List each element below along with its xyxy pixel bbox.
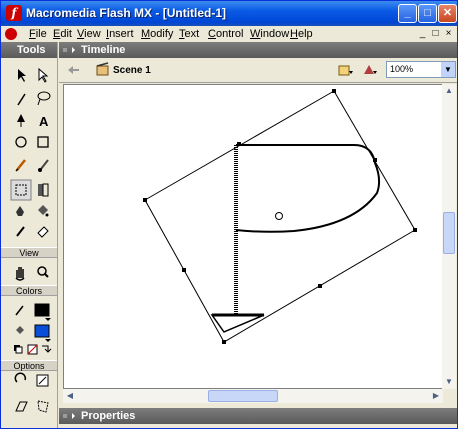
menu-bar: File Edit View Insert Modify Text Contro…	[1, 26, 457, 42]
timeline-collapse-icon[interactable]	[59, 42, 79, 58]
flash-app-icon[interactable]: f	[6, 5, 22, 21]
scene-label[interactable]: Scene 1	[113, 65, 151, 76]
zoom-dropdown-icon[interactable]: ▼	[441, 62, 455, 77]
snap-to-objects-icon[interactable]	[14, 372, 27, 383]
lasso-tool-icon[interactable]	[37, 91, 51, 106]
pen-tool-icon[interactable]	[17, 114, 25, 127]
menu-file[interactable]: File	[29, 28, 47, 40]
window-title: Macromedia Flash MX - [Untitled-1]	[26, 6, 227, 20]
edit-bar: Scene 1 100% ▼	[59, 58, 457, 83]
stroke-color-swatch[interactable]	[34, 303, 50, 317]
fill-color-dropdown-icon[interactable]	[45, 339, 51, 342]
stage[interactable]	[63, 84, 443, 389]
scroll-right-icon[interactable]: ▶	[429, 389, 443, 403]
minimize-button[interactable]: _	[398, 4, 417, 23]
zoom-tool-icon[interactable]	[37, 266, 49, 278]
properties-panel-header[interactable]: Properties	[59, 408, 457, 424]
horizontal-scrollbar[interactable]: ◀ ▶	[63, 389, 443, 403]
close-button[interactable]: ✕	[438, 4, 457, 23]
doc-minimize-button[interactable]: _	[417, 28, 428, 40]
arrow-tool-icon[interactable]	[18, 69, 26, 82]
oval-tool-icon[interactable]	[15, 136, 27, 148]
fill-transform-tool-icon[interactable]	[38, 183, 49, 197]
scroll-up-icon[interactable]: ▲	[442, 84, 456, 98]
zoom-value: 100%	[390, 64, 414, 74]
ink-bottle-tool-icon[interactable]	[16, 206, 24, 216]
menu-help[interactable]: Help	[290, 28, 313, 40]
fill-color-swatch[interactable]	[34, 324, 50, 338]
no-color-icon[interactable]	[27, 344, 38, 355]
rotate-skew-icon[interactable]	[36, 374, 49, 387]
menu-modify[interactable]: Modify	[141, 28, 173, 40]
brush-tool-icon[interactable]	[38, 159, 49, 172]
view-section-label: View	[1, 247, 57, 258]
menu-edit[interactable]: Edit	[53, 28, 72, 40]
edit-scene-icon[interactable]	[364, 65, 377, 74]
menu-text[interactable]: Text	[179, 28, 199, 40]
pencil-tool-icon[interactable]	[15, 159, 26, 172]
timeline-title: Timeline	[81, 44, 126, 56]
vertical-scroll-thumb[interactable]	[443, 212, 455, 254]
stroke-color-pencil-icon[interactable]	[15, 305, 24, 316]
scroll-left-icon[interactable]: ◀	[63, 389, 77, 403]
subselect-tool-icon[interactable]	[38, 67, 49, 83]
zoom-select[interactable]: 100% ▼	[386, 61, 456, 78]
stage-canvas[interactable]	[64, 85, 444, 390]
paint-bucket-tool-icon[interactable]	[38, 205, 49, 217]
doc-close-button[interactable]: ×	[443, 28, 454, 40]
tools-panel: Tools A View Colors Options	[1, 42, 58, 428]
maximize-button[interactable]: □	[418, 4, 437, 23]
menu-view[interactable]: View	[77, 28, 101, 40]
transform-point-icon[interactable]	[275, 212, 283, 220]
options-section-label: Options	[1, 360, 57, 371]
eyedropper-tool-icon[interactable]	[16, 226, 25, 237]
hand-tool-icon[interactable]	[15, 267, 25, 281]
scroll-down-icon[interactable]: ▼	[442, 375, 456, 389]
menu-control[interactable]: Control	[208, 28, 243, 40]
properties-title: Properties	[81, 410, 136, 422]
fill-color-bucket-icon[interactable]	[16, 326, 24, 334]
vertical-scrollbar[interactable]: ▲ ▼	[442, 84, 456, 389]
scene-clapper-icon	[96, 62, 109, 76]
menu-window[interactable]: Window	[250, 28, 289, 40]
back-arrow-icon[interactable]	[68, 66, 79, 74]
default-colors-icon[interactable]	[14, 345, 23, 354]
line-tool-icon[interactable]	[17, 93, 26, 106]
properties-collapse-icon[interactable]	[59, 408, 79, 424]
free-transform-tool-selected-bg	[10, 179, 32, 201]
scale-icon[interactable]	[15, 401, 28, 412]
menu-insert[interactable]: Insert	[106, 28, 134, 40]
distort-icon[interactable]	[37, 400, 49, 413]
document-icon[interactable]	[5, 28, 17, 40]
text-tool-icon[interactable]: A	[39, 114, 49, 129]
horizontal-scroll-thumb[interactable]	[208, 390, 278, 402]
rectangle-tool-icon[interactable]	[37, 136, 49, 148]
swap-colors-icon[interactable]	[42, 345, 52, 353]
p-shape[interactable]	[210, 144, 381, 333]
svg-text:A: A	[39, 114, 49, 129]
stroke-color-dropdown-icon[interactable]	[45, 318, 51, 321]
application-window: f Macromedia Flash MX - [Untitled-1] _ □…	[0, 0, 458, 429]
eraser-tool-icon[interactable]	[37, 226, 49, 238]
title-bar[interactable]: f Macromedia Flash MX - [Untitled-1] _ □…	[1, 1, 457, 26]
edit-symbols-icon[interactable]	[338, 65, 353, 76]
colors-section-label: Colors	[1, 285, 57, 296]
doc-restore-button[interactable]: □	[430, 28, 441, 40]
timeline-panel-header[interactable]: Timeline	[59, 42, 457, 58]
